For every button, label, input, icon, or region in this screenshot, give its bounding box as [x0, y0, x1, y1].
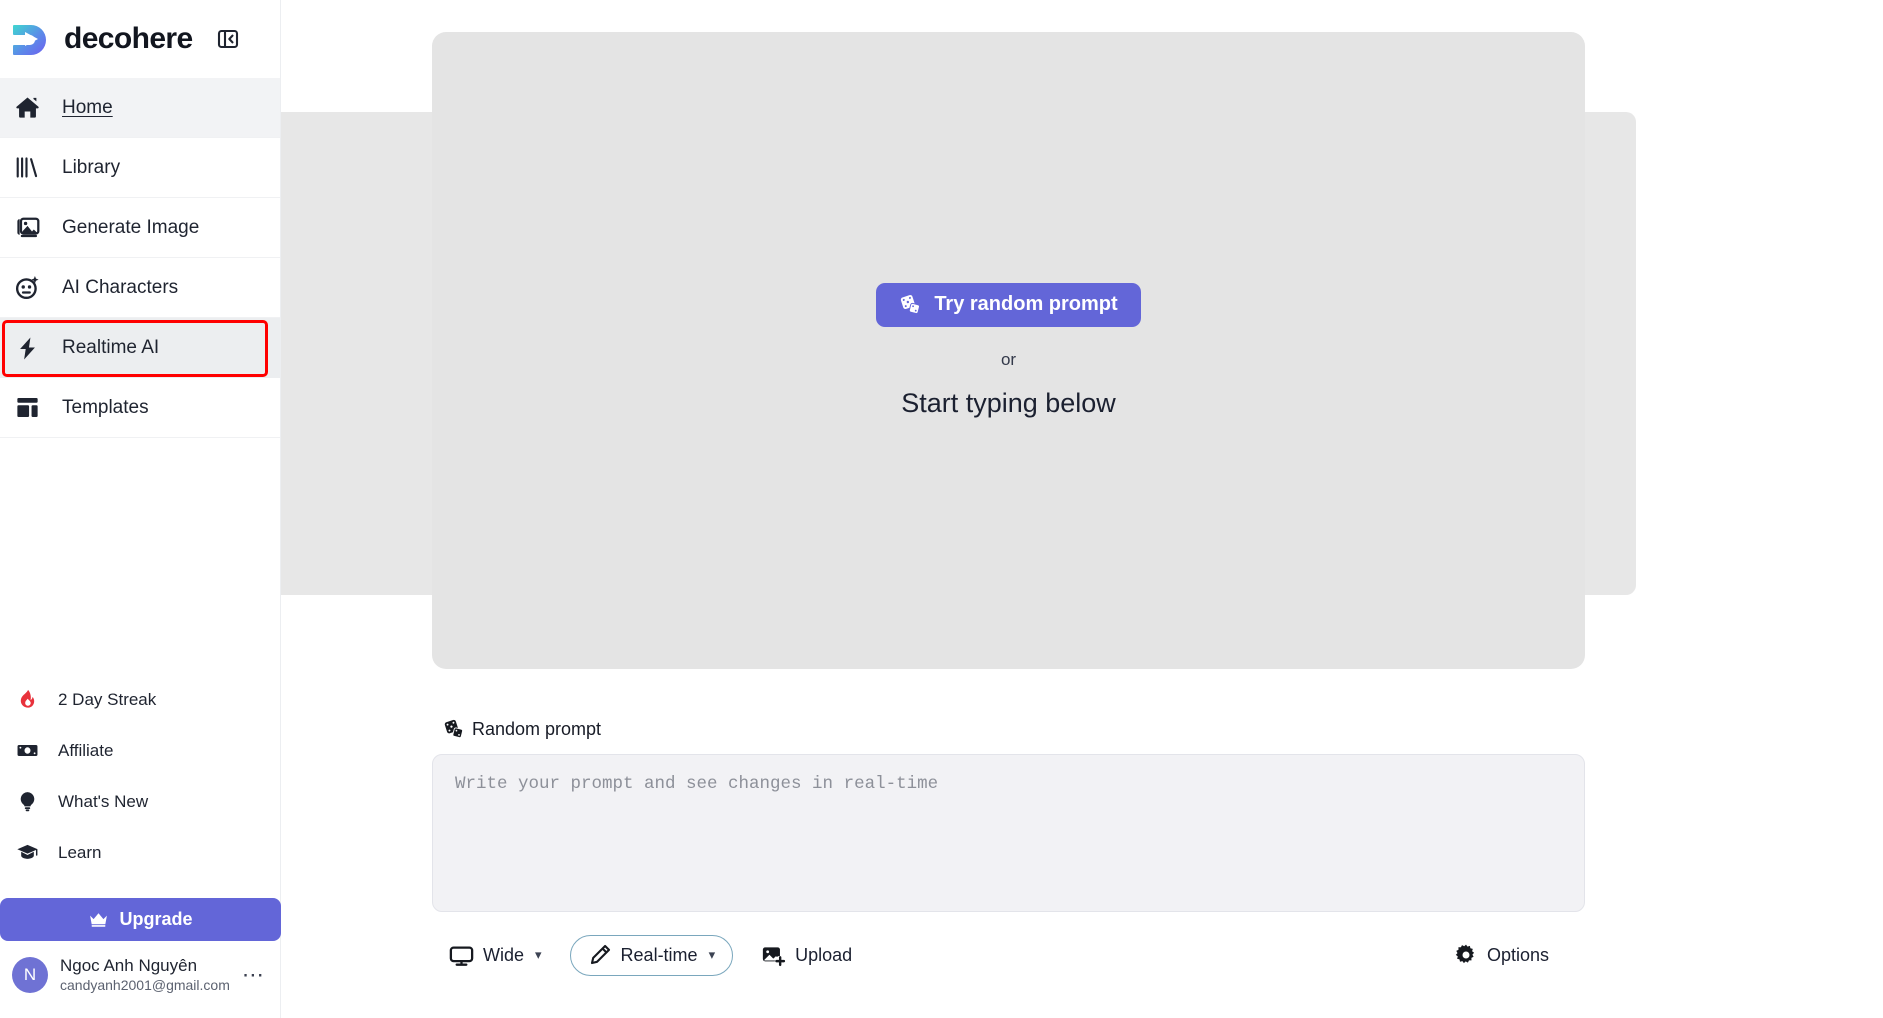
user-email: candyanh2001@gmail.com [60, 976, 230, 993]
prompt-placeholder: Write your prompt and see changes in rea… [455, 774, 939, 794]
sidebar-item-home[interactable]: Home [0, 78, 280, 138]
sidebar-item-label: Library [62, 156, 121, 178]
prompt-input[interactable]: Write your prompt and see changes in rea… [432, 754, 1585, 912]
sidebar-item-label: Learn [58, 842, 102, 862]
preview-canvas[interactable]: Try random prompt or Start typing below [432, 32, 1585, 669]
sidebar-item-label: What's New [58, 791, 149, 811]
flame-icon [14, 687, 40, 713]
user-texts: Ngoc Anh Nguyên candyanh2001@gmail.com [60, 955, 230, 994]
sidebar-item-label: Affiliate [58, 740, 114, 760]
ai-characters-icon [12, 273, 42, 303]
random-prompt-label: Random prompt [472, 718, 602, 739]
sidebar-item-label: Generate Image [62, 216, 200, 238]
start-typing-text: Start typing below [901, 387, 1116, 418]
chevron-down-icon: ▾ [535, 947, 542, 962]
options-label: Options [1486, 944, 1549, 965]
pencil-icon [588, 943, 612, 967]
sidebar-item-label: 2 Day Streak [58, 689, 157, 709]
avatar: N [12, 956, 48, 993]
upgrade-wrap: Upgrade [0, 878, 281, 942]
random-prompt-button[interactable]: Random prompt [432, 718, 601, 740]
user-profile-row[interactable]: N Ngoc Anh Nguyên candyanh2001@gmail.com… [0, 941, 280, 1010]
graduation-cap-icon [14, 840, 40, 866]
sidebar-item-affiliate[interactable]: Affiliate [0, 725, 280, 776]
upgrade-button[interactable]: Upgrade [0, 898, 281, 942]
dice-icon [443, 718, 465, 740]
prompt-toolbar: Wide ▾ Real-time ▾ Upload Options [432, 933, 1585, 977]
mode-selector[interactable]: Real-time ▾ [569, 934, 734, 976]
sidebar-collapse-icon[interactable] [215, 26, 241, 52]
utility-nav: 2 Day Streak Affiliate What's New Learn … [0, 674, 281, 1018]
sidebar-item-whats-new[interactable]: What's New [0, 776, 280, 827]
generate-image-icon [12, 213, 42, 243]
sidebar-item-library[interactable]: Library [0, 138, 280, 198]
chevron-down-icon: ▾ [708, 947, 716, 962]
money-icon [14, 738, 40, 764]
dice-icon [899, 293, 922, 316]
lightning-bolt-icon [12, 333, 42, 363]
templates-icon [12, 393, 42, 423]
preview-carousel: Try random prompt or Start typing below [281, 0, 1883, 682]
or-text: or [1000, 349, 1017, 369]
monitor-icon [449, 943, 474, 968]
ellipsis-icon[interactable]: ⋯ [242, 962, 271, 988]
decohere-play-logo-icon [10, 19, 50, 59]
user-name: Ngoc Anh Nguyên [60, 956, 198, 976]
app-root: decohere Home Library Generate Image AI … [0, 0, 1883, 1018]
sidebar-item-realtime-ai[interactable]: Realtime AI [0, 318, 280, 378]
sidebar-item-generate-image[interactable]: Generate Image [0, 198, 280, 258]
sidebar-item-learn[interactable]: Learn [0, 827, 280, 878]
brand-row: decohere [0, 0, 280, 78]
try-random-prompt-button[interactable]: Try random prompt [876, 282, 1141, 327]
aspect-ratio-selector[interactable]: Wide ▾ [443, 935, 548, 975]
main-content: Try random prompt or Start typing below [281, 0, 1883, 1018]
upgrade-button-label: Upgrade [119, 909, 193, 930]
crown-icon [88, 909, 109, 930]
primary-nav: Home Library Generate Image AI Character… [0, 78, 280, 438]
sidebar-item-label: Home [62, 96, 113, 118]
upload-label: Upload [795, 944, 853, 965]
lightbulb-icon [14, 789, 40, 815]
prompt-zone: Random prompt Write your prompt and see … [432, 718, 1585, 977]
home-icon [12, 93, 42, 123]
sidebar-item-templates[interactable]: Templates [0, 378, 280, 438]
sidebar-item-ai-characters[interactable]: AI Characters [0, 258, 280, 318]
sidebar-item-label: Realtime AI [62, 337, 160, 358]
gear-icon [1454, 943, 1478, 967]
library-icon [12, 153, 42, 183]
mode-label: Real-time [620, 944, 698, 965]
upload-image-icon [761, 943, 786, 968]
brand-name: decohere [64, 22, 193, 55]
sidebar-item-streak[interactable]: 2 Day Streak [0, 674, 280, 725]
aspect-ratio-label: Wide [483, 944, 525, 965]
options-button[interactable]: Options [1448, 935, 1555, 975]
sidebar-item-label: AI Characters [62, 276, 179, 298]
try-random-prompt-label: Try random prompt [934, 293, 1118, 315]
sidebar: decohere Home Library Generate Image AI … [0, 0, 281, 1018]
upload-button[interactable]: Upload [755, 935, 858, 975]
sidebar-item-label: Templates [62, 396, 149, 418]
